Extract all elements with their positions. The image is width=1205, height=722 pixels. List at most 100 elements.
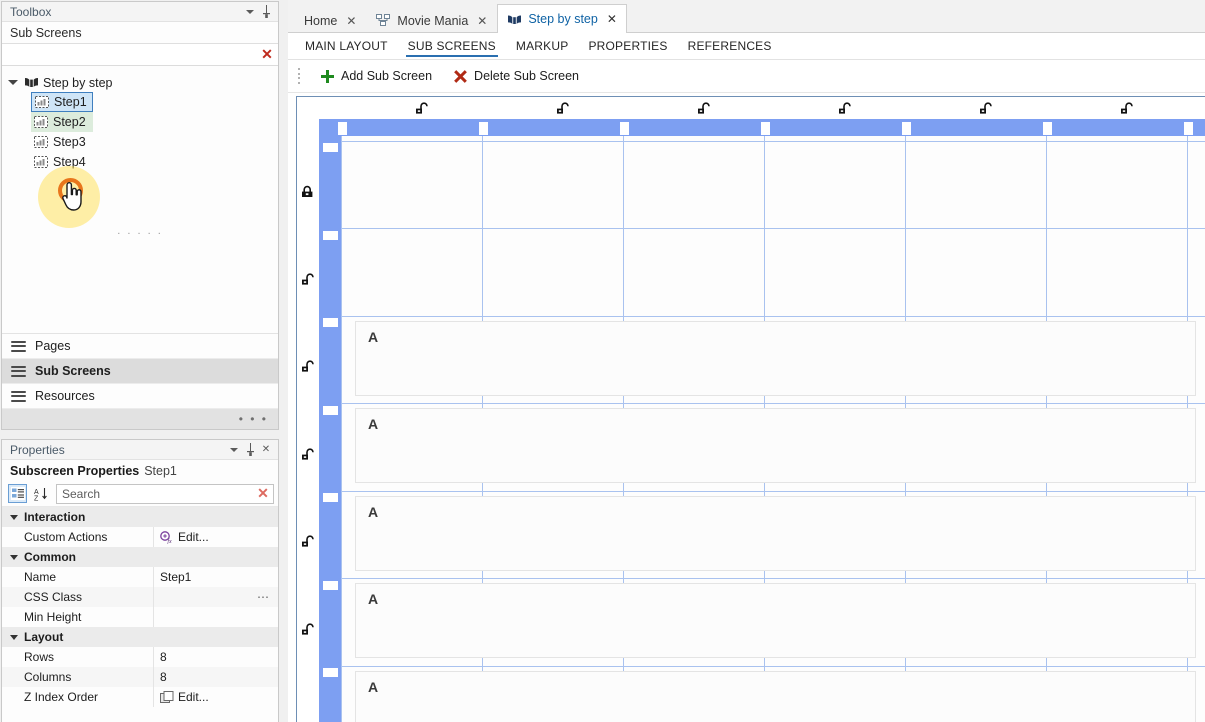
unlock-icon[interactable] (979, 102, 994, 115)
property-row-min-height[interactable]: Min Height (2, 607, 278, 627)
tab-properties[interactable]: PROPERTIES (578, 33, 677, 59)
ellipsis-button[interactable]: ⋯ (257, 590, 270, 604)
column-resize-handle[interactable] (761, 122, 770, 135)
property-group-layout[interactable]: Layout (2, 627, 278, 647)
property-group-common[interactable]: Common (2, 547, 278, 567)
row-resize-handle[interactable] (323, 668, 338, 677)
property-value-cell[interactable]: 8 (154, 647, 278, 667)
tab-sub-screens[interactable]: SUB SCREENS (398, 33, 506, 59)
property-row-name[interactable]: Name Step1 (2, 567, 278, 587)
cell-glyph: A (368, 504, 379, 520)
chevron-down-icon[interactable] (242, 4, 258, 20)
property-value-cell[interactable]: Edit... (154, 687, 278, 707)
toolbox-filter-clear-icon[interactable]: ✕ (256, 45, 278, 65)
column-resize-handle[interactable] (1043, 122, 1052, 135)
close-icon[interactable]: ✕ (477, 14, 487, 28)
unlock-icon[interactable] (838, 102, 853, 115)
layout-cell-control[interactable]: A (355, 671, 1196, 722)
unlock-icon[interactable] (697, 102, 712, 115)
row-resize-handle[interactable] (323, 406, 338, 415)
mode-item-resources[interactable]: Resources (2, 384, 278, 409)
mode-item-sub-screens[interactable]: Sub Screens (2, 359, 278, 384)
column-resize-handle[interactable] (1184, 122, 1193, 135)
property-value: Step1 (160, 570, 192, 584)
close-icon[interactable]: ✕ (258, 442, 274, 458)
column-ruler[interactable] (319, 119, 1205, 136)
row-resize-handle[interactable] (323, 493, 338, 502)
unlock-icon[interactable] (556, 102, 571, 115)
categorize-icon[interactable] (8, 484, 27, 503)
panel-splitter-dots[interactable]: . . . . . (117, 225, 163, 237)
tab-markup[interactable]: MARKUP (506, 33, 579, 59)
tab-references[interactable]: REFERENCES (678, 33, 782, 59)
unlock-icon[interactable] (301, 448, 316, 461)
row-resize-handle[interactable] (323, 143, 338, 152)
unlock-icon[interactable] (301, 623, 316, 636)
unlock-icon[interactable] (301, 360, 316, 373)
mouse-cursor-hand (62, 182, 82, 211)
lock-icon[interactable] (301, 185, 316, 198)
layout-grid[interactable]: A A A A A (341, 136, 1205, 722)
drag-grip[interactable] (298, 68, 302, 84)
unlock-icon[interactable] (415, 102, 430, 115)
column-resize-handle[interactable] (479, 122, 488, 135)
toolbox-mode-list: Pages Sub Screens Resources • • • (2, 333, 278, 429)
tree-item-step2[interactable]: Step2 (31, 112, 93, 132)
close-icon[interactable]: ✕ (607, 12, 617, 26)
document-tab-movie-mania[interactable]: Movie Mania ✕ (366, 7, 497, 33)
document-tab-home[interactable]: Home ✕ (294, 7, 366, 33)
tab-label: MARKUP (515, 39, 569, 53)
cell-glyph: A (368, 591, 379, 607)
layout-cell-control[interactable]: A (355, 496, 1196, 571)
tree-item-step4[interactable]: Step4 (31, 152, 93, 172)
close-icon[interactable]: ✕ (346, 14, 356, 28)
tab-main-layout[interactable]: MAIN LAYOUT (295, 33, 398, 59)
row-resize-handle[interactable] (323, 581, 338, 590)
properties-search-input[interactable] (57, 484, 253, 503)
plus-icon (321, 69, 334, 83)
click-ring-indicator (58, 178, 83, 203)
properties-search-clear-icon[interactable]: ✕ (253, 485, 273, 502)
row-resize-handle[interactable] (323, 231, 338, 240)
subscreen-designer-canvas[interactable]: A A A A A (296, 96, 1205, 722)
add-sub-screen-button[interactable]: Add Sub Screen (312, 66, 441, 86)
property-row-columns[interactable]: Columns 8 (2, 667, 278, 687)
property-row-rows[interactable]: Rows 8 (2, 647, 278, 667)
layout-cell-control[interactable]: A (355, 408, 1196, 483)
tree-item-step1[interactable]: Step1 (31, 92, 93, 112)
property-row-z-index-order[interactable]: Z Index Order Edit... (2, 687, 278, 707)
property-row-custom-actions[interactable]: Custom Actions fx Edit... (2, 527, 278, 547)
document-tab-step-by-step[interactable]: Step by step ✕ (497, 4, 627, 33)
unlock-icon[interactable] (301, 273, 316, 286)
property-group-interaction[interactable]: Interaction (2, 507, 278, 527)
unlock-icon[interactable] (301, 535, 316, 548)
tree-item-step3[interactable]: Step3 (31, 132, 93, 152)
column-resize-handle[interactable] (902, 122, 911, 135)
property-value: 8 (160, 670, 167, 684)
delete-sub-screen-button[interactable]: Delete Sub Screen (445, 66, 588, 86)
column-resize-handle[interactable] (620, 122, 629, 135)
sort-alpha-icon[interactable]: A Z (31, 484, 50, 503)
properties-toolbar: A Z ✕ (2, 481, 278, 506)
tree-root-node[interactable]: Step by step (2, 73, 278, 92)
row-ruler[interactable] (319, 136, 341, 722)
pin-icon[interactable] (258, 4, 274, 20)
toolbox-filter-input[interactable] (2, 44, 256, 65)
layout-cell-control[interactable]: A (355, 583, 1196, 658)
chevron-down-icon[interactable] (226, 442, 242, 458)
property-value-cell[interactable]: ⋯ (154, 587, 278, 607)
mode-item-pages[interactable]: Pages (2, 334, 278, 359)
property-row-css-class[interactable]: CSS Class ⋯ (2, 587, 278, 607)
pin-icon[interactable] (242, 442, 258, 458)
mode-overflow-button[interactable]: • • • (2, 409, 278, 429)
property-value-cell[interactable]: 8 (154, 667, 278, 687)
properties-subheader-target: Step1 (144, 463, 177, 478)
property-value-cell[interactable] (154, 607, 278, 627)
property-value-cell[interactable]: Step1 (154, 567, 278, 587)
row-resize-handle[interactable] (323, 318, 338, 327)
column-resize-handle[interactable] (338, 122, 347, 135)
expander-icon[interactable] (8, 80, 18, 85)
unlock-icon[interactable] (1120, 102, 1135, 115)
property-value-cell[interactable]: fx Edit... (154, 527, 278, 547)
layout-cell-control[interactable]: A (355, 321, 1196, 396)
